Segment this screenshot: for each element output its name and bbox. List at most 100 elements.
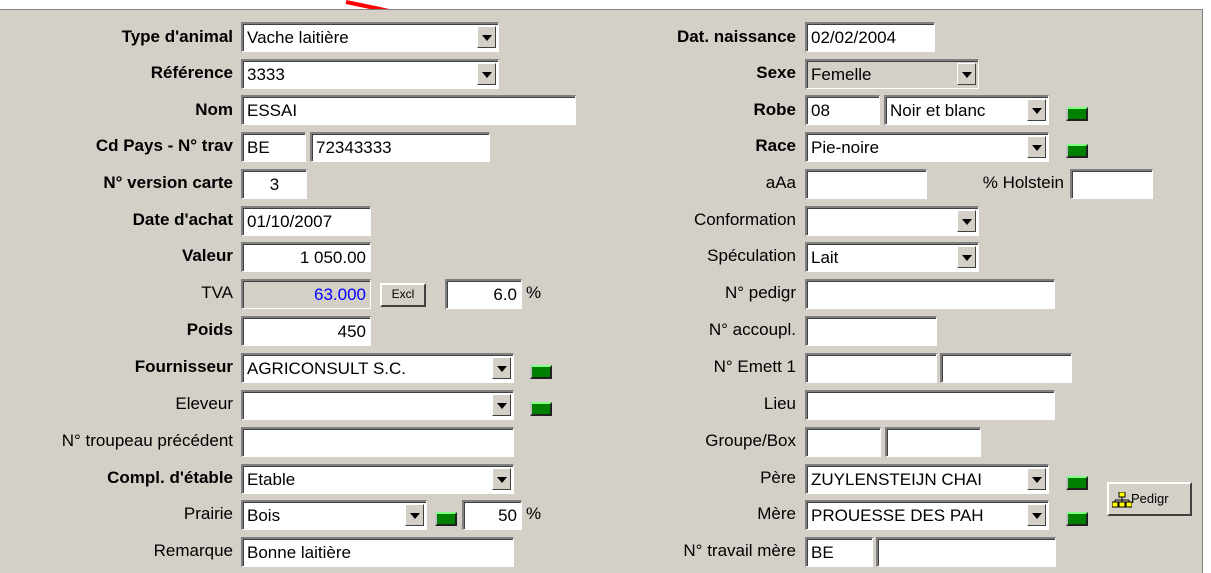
dat-naissance-input[interactable]: 02/02/2004 (805, 22, 935, 52)
tva-rate-input[interactable]: 6.0 (445, 279, 522, 309)
race-value: Pie-noire (811, 138, 880, 157)
chevron-down-icon[interactable] (1027, 136, 1046, 158)
eleveur-detail-button[interactable] (530, 402, 552, 416)
accoupl-input[interactable] (805, 316, 937, 346)
troupeau-input[interactable] (241, 427, 514, 457)
robe-code-input[interactable]: 08 (805, 95, 880, 125)
num-trav-input[interactable]: 72343333 (310, 132, 490, 162)
reference-select[interactable]: 3333 (241, 59, 499, 89)
pere-detail-button[interactable] (1066, 476, 1088, 490)
label-nom: Nom (195, 100, 233, 119)
sexe-select[interactable]: Femelle (805, 59, 979, 89)
prairie-select[interactable]: Bois (241, 500, 427, 530)
emett-b-input[interactable] (940, 353, 1072, 383)
mere-detail-button[interactable] (1066, 512, 1088, 526)
mere-select[interactable]: PROUESSE DES PAH (805, 500, 1049, 530)
label-groupe: Groupe/Box (705, 431, 796, 450)
chevron-down-icon[interactable] (477, 26, 496, 48)
label-fournisseur: Fournisseur (134, 357, 233, 376)
groupe-b-input[interactable] (885, 427, 981, 457)
race-detail-button[interactable] (1066, 144, 1088, 158)
compl-etable-select[interactable]: Etable (241, 464, 514, 494)
speculation-select[interactable]: Lait (805, 242, 979, 272)
chevron-down-icon[interactable] (957, 210, 976, 232)
chevron-down-icon[interactable] (957, 63, 976, 85)
label-eleveur: Eleveur (175, 394, 233, 413)
groupe-a-input[interactable] (805, 427, 881, 457)
chevron-down-icon[interactable] (957, 246, 976, 268)
label-prairie: Prairie (183, 504, 233, 523)
robe-select[interactable]: Noir et blanc (884, 95, 1049, 125)
label-date-achat: Date d'achat (132, 210, 233, 229)
nom-value: ESSAI (247, 101, 298, 120)
tva-value: 63.000 (314, 285, 366, 304)
travail-mere-pays-input[interactable]: BE (805, 537, 873, 567)
label-poids: Poids (186, 320, 233, 339)
label-compl-etable: Compl. d'étable (107, 468, 233, 487)
label-sexe: Sexe (756, 63, 796, 82)
prairie-detail-button[interactable] (435, 512, 457, 526)
num-trav-value: 72343333 (316, 138, 392, 157)
poids-input[interactable]: 450 (241, 316, 371, 346)
label-reference: Référence (150, 63, 233, 82)
pere-select[interactable]: ZUYLENSTEIJN CHAI (805, 464, 1049, 494)
label-emett: N° Emett 1 (713, 357, 796, 376)
label-troupeau: N° troupeau précédent (61, 431, 233, 450)
sexe-value: Femelle (811, 65, 872, 84)
date-achat-input[interactable]: 01/10/2007 (241, 206, 371, 236)
speculation-value: Lait (811, 248, 839, 267)
org-chart-icon (1112, 492, 1132, 508)
mere-value: PROUESSE DES PAH (811, 506, 984, 525)
version-carte-value: 3 (269, 175, 280, 194)
label-pedigr: N° pedigr (724, 283, 796, 302)
remarque-value: Bonne laitière (247, 543, 351, 562)
chevron-down-icon[interactable] (492, 357, 511, 379)
travail-mere-num-input[interactable] (876, 537, 1056, 567)
type-animal-value: Vache laitière (247, 28, 349, 47)
conformation-select[interactable] (805, 206, 979, 236)
label-remarque: Remarque (153, 541, 233, 560)
robe-value: Noir et blanc (890, 101, 986, 120)
label-dat-naissance: Dat. naissance (676, 27, 796, 46)
pere-value: ZUYLENSTEIJN CHAI (811, 470, 982, 489)
excl-button[interactable]: Excl (380, 283, 426, 307)
label-mere: Mère (757, 504, 796, 523)
tva-rate-value: 6.0 (493, 285, 517, 304)
label-holstein: % Holstein (982, 173, 1064, 192)
race-select[interactable]: Pie-noire (805, 132, 1049, 162)
prairie-pct-input[interactable]: 50 (462, 500, 522, 530)
reference-value: 3333 (247, 65, 285, 84)
pays-value: BE (247, 138, 270, 157)
chevron-down-icon[interactable] (492, 394, 511, 416)
fournisseur-detail-button[interactable] (530, 365, 552, 379)
type-animal-select[interactable]: Vache laitière (241, 22, 499, 52)
poids-value: 450 (337, 322, 366, 341)
pays-input[interactable]: BE (241, 132, 306, 162)
chevron-down-icon[interactable] (405, 504, 424, 526)
fournisseur-select[interactable]: AGRICONSULT S.C. (241, 353, 514, 383)
version-carte-input[interactable]: 3 (241, 169, 307, 199)
emett-a-input[interactable] (805, 353, 937, 383)
chevron-down-icon[interactable] (1027, 504, 1046, 526)
label-travail-mere: N° travail mère (683, 541, 796, 560)
nom-input[interactable]: ESSAI (241, 95, 576, 125)
aaa-input[interactable] (805, 169, 927, 199)
label-race: Race (755, 136, 796, 155)
chevron-down-icon[interactable] (1027, 99, 1046, 121)
lieu-input[interactable] (805, 390, 1055, 420)
label-type-animal: Type d'animal (121, 27, 233, 46)
chevron-down-icon[interactable] (1027, 468, 1046, 490)
date-achat-value: 01/10/2007 (247, 212, 333, 231)
robe-detail-button[interactable] (1066, 107, 1088, 121)
pedigr-button[interactable]: Pedigr (1107, 482, 1192, 516)
valeur-input[interactable]: 1 050.00 (241, 242, 371, 272)
chevron-down-icon[interactable] (477, 63, 496, 85)
eleveur-select[interactable] (241, 390, 514, 420)
label-cd-pays: Cd Pays - N° trav (95, 136, 233, 155)
chevron-down-icon[interactable] (492, 468, 511, 490)
holstein-input[interactable] (1070, 169, 1153, 199)
label-tva: TVA (201, 283, 233, 302)
pedigr-input[interactable] (805, 279, 1055, 309)
remarque-input[interactable]: Bonne laitière (241, 537, 514, 567)
dat-naissance-value: 02/02/2004 (811, 28, 897, 47)
